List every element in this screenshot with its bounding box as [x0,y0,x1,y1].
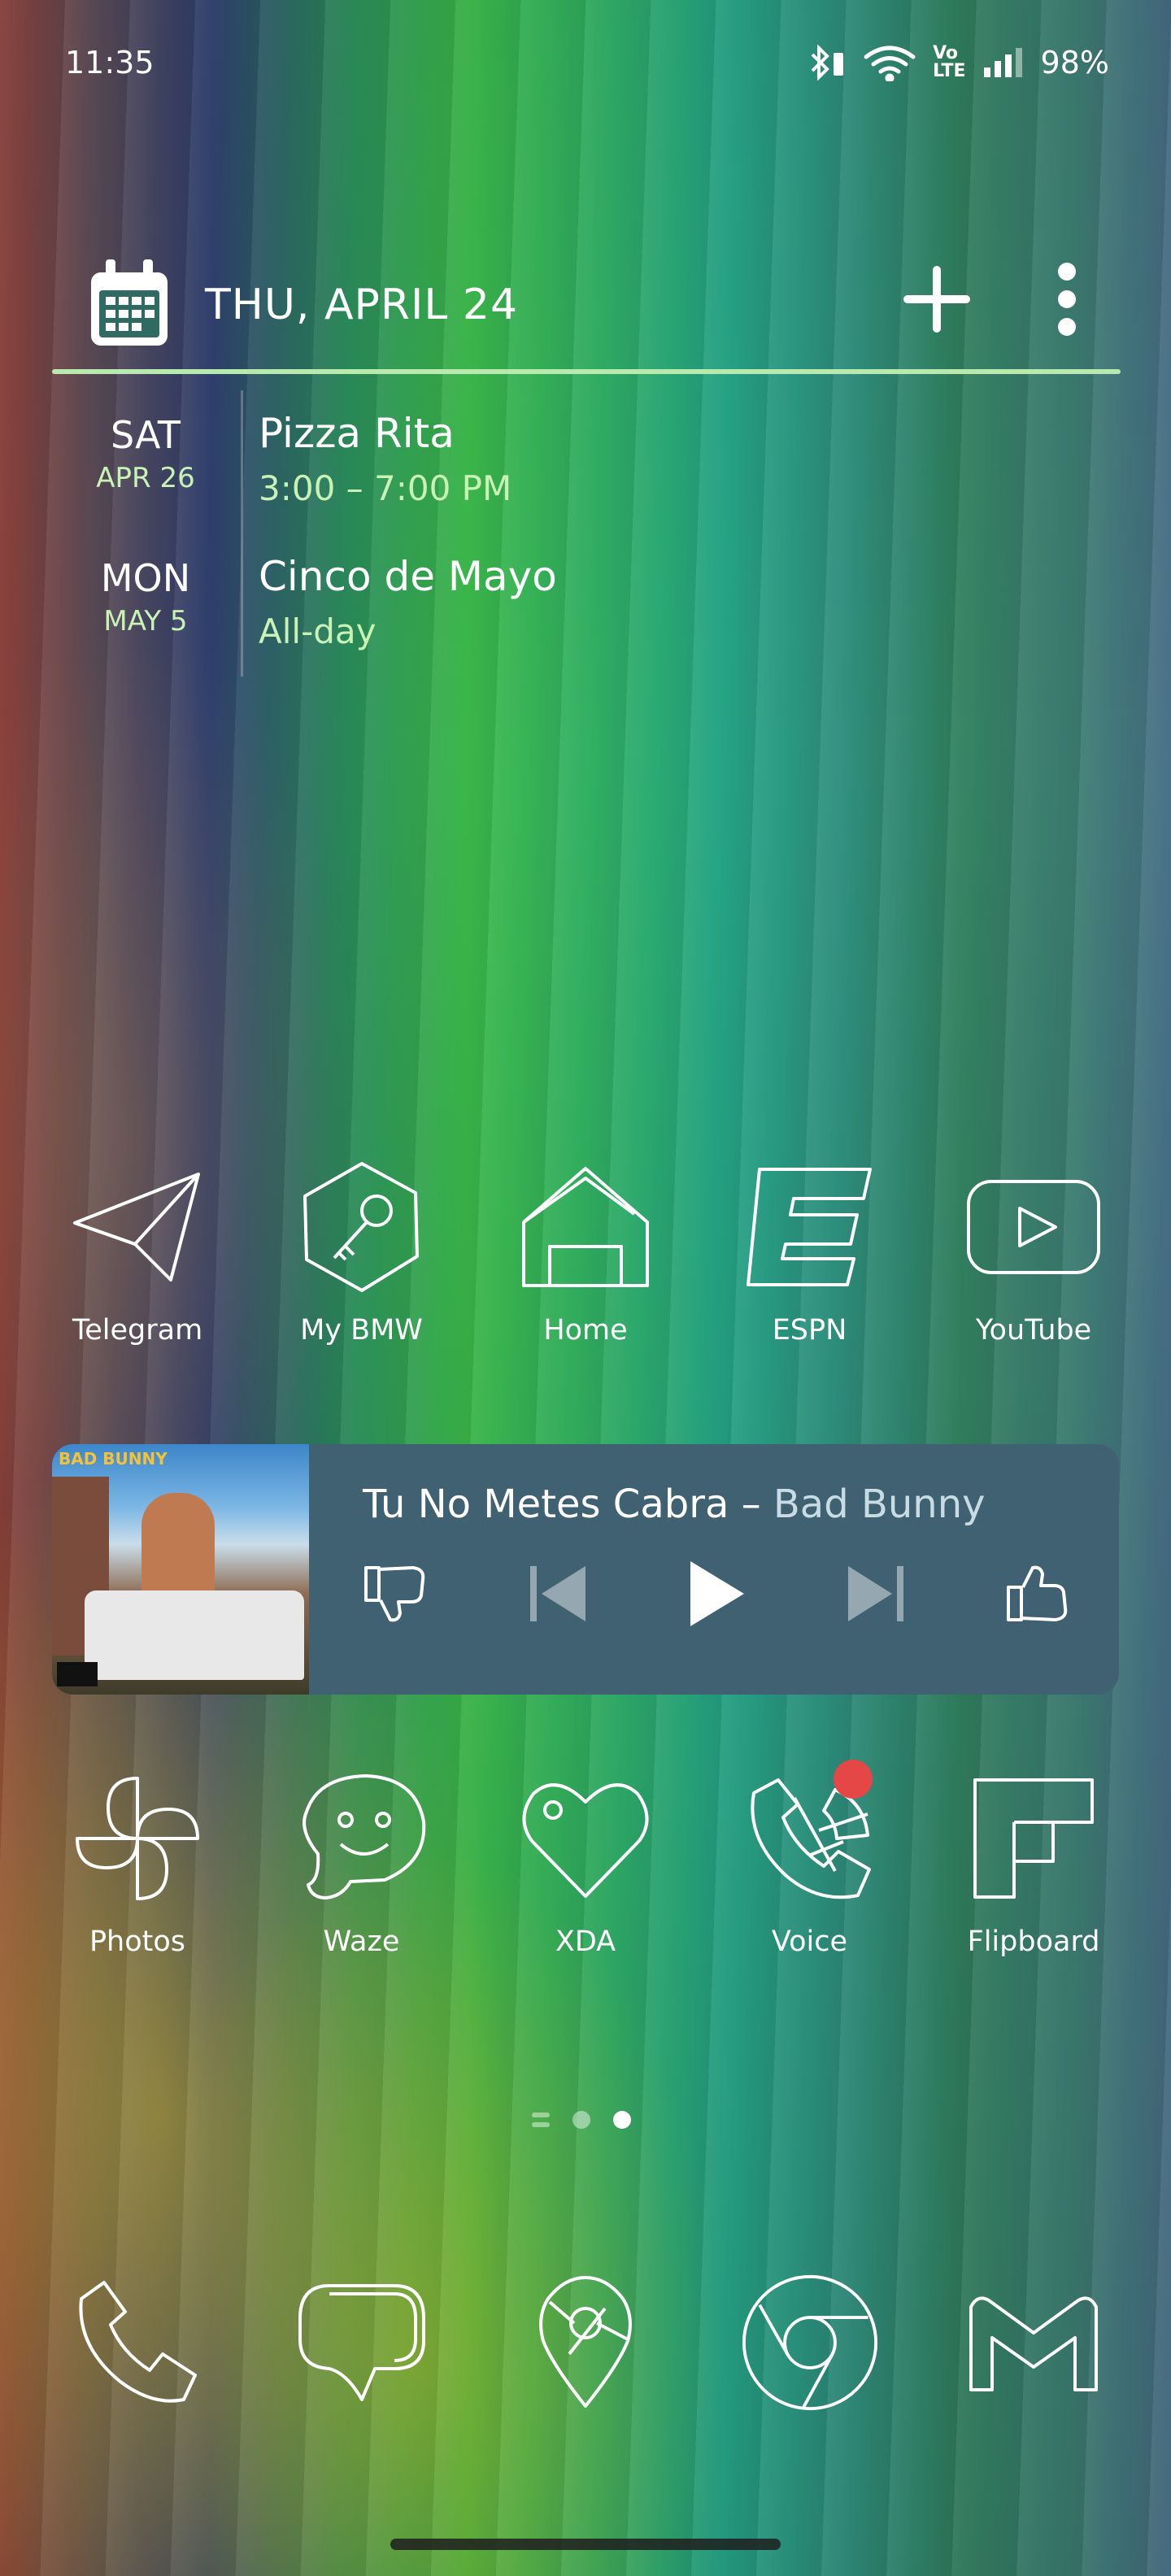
event-info: Pizza Rita 3:00 – 7:00 PM [239,390,511,508]
page-dot-active [613,2111,631,2129]
event-date: SAT APR 26 [52,390,239,494]
add-event-icon[interactable] [903,265,971,337]
skip-previous-icon[interactable] [525,1561,590,1630]
dock-messages[interactable] [252,2274,472,2412]
album-cover[interactable]: BAD BUNNY [52,1444,309,1695]
event-time: All-day [259,611,377,651]
app-espn[interactable]: ESPN [700,1158,920,1347]
calendar-date-title[interactable]: THU, APRIL 24 [205,281,518,329]
bluetooth-icon [808,45,847,80]
app-label: YouTube [975,1314,1092,1347]
youtube-icon [964,1158,1103,1296]
page-indicator[interactable] [532,2111,631,2129]
skip-next-icon[interactable] [843,1561,908,1630]
app-waze[interactable]: Waze [252,1769,472,1958]
app-voice[interactable]: Voice [700,1760,920,1958]
app-row-1: Telegram My BMW Home ESPN YouTube [28,1158,1143,1347]
volte-icon: Vo LTE [933,43,966,81]
app-home[interactable]: Home [476,1158,695,1347]
app-label: Telegram [72,1314,203,1347]
voice-icon [741,1760,879,1908]
play-icon[interactable] [687,1560,746,1631]
music-player-widget[interactable]: BAD BUNNY Tu No Metes Cabra – Bad Bunny [52,1444,1119,1695]
gmail-icon [964,2274,1103,2412]
app-label: Flipboard [967,1925,1100,1958]
telegram-icon [68,1158,207,1296]
messages-icon [293,2274,431,2412]
track-separator: – [729,1482,773,1527]
app-my-bmw[interactable]: My BMW [252,1158,472,1347]
event-title: Pizza Rita [259,410,455,457]
app-youtube[interactable]: YouTube [924,1158,1143,1347]
dock-gmail[interactable] [924,2274,1143,2412]
page-indicator-feed [532,2113,550,2127]
battery-level: 98% [1040,45,1109,80]
pinwheel-icon [68,1769,207,1908]
wifi-icon [863,44,916,81]
track-title: Tu No Metes Cabra – Bad Bunny [363,1482,1119,1527]
event-day-of-week: MON [100,556,191,600]
heart-icon [516,1769,655,1908]
app-flipboard[interactable]: Flipboard [924,1769,1143,1958]
event-item[interactable]: MON MAY 5 Cinco de Mayo All-day [52,533,1121,677]
app-label: Voice [771,1925,848,1958]
page-dot [572,2111,590,2129]
more-options-icon[interactable] [1049,260,1085,342]
calendar-icon[interactable] [89,259,169,350]
music-info: Tu No Metes Cabra – Bad Bunny [309,1444,1119,1695]
app-xda[interactable]: XDA [476,1769,695,1958]
app-label: Photos [89,1925,186,1958]
thumbs-down-icon[interactable] [363,1563,428,1628]
event-date: MON MAY 5 [52,533,239,637]
app-label: My BMW [300,1314,423,1347]
thumbs-up-icon[interactable] [1005,1563,1070,1628]
status-bar: 11:35 Vo LTE 98% [65,41,1109,85]
chrome-icon [741,2274,879,2412]
status-time: 11:35 [65,45,155,80]
app-row-2: Photos Waze XDA Voice Flipboard [28,1760,1143,1958]
key-icon [293,1158,431,1296]
notification-badge [833,1760,873,1799]
event-month-day: APR 26 [96,462,195,494]
event-list: SAT APR 26 Pizza Rita 3:00 – 7:00 PM MON… [52,390,1121,677]
artist-name: Bad Bunny [773,1482,986,1527]
flipboard-icon [964,1769,1103,1908]
event-title: Cinco de Mayo [259,553,557,600]
song-name: Tu No Metes Cabra [363,1482,729,1527]
dock-maps[interactable] [476,2274,695,2412]
event-info: Cinco de Mayo All-day [239,533,557,651]
app-label: ESPN [772,1314,847,1347]
parental-advisory-label [57,1662,98,1686]
event-item[interactable]: SAT APR 26 Pizza Rita 3:00 – 7:00 PM [52,390,1121,533]
app-telegram[interactable]: Telegram [28,1158,247,1347]
dock-phone[interactable] [28,2274,247,2412]
dock [28,2274,1143,2412]
app-photos[interactable]: Photos [28,1769,247,1958]
status-icons: Vo LTE 98% [808,44,1109,81]
event-date-divider [241,390,243,677]
event-time: 3:00 – 7:00 PM [259,468,512,508]
event-month-day: MAY 5 [103,605,188,637]
waze-icon [293,1769,431,1908]
signal-icon [982,46,1025,79]
event-day-of-week: SAT [110,413,181,457]
phone-icon [68,2274,207,2412]
dock-chrome[interactable] [700,2274,920,2412]
calendar-divider [52,369,1121,374]
home-icon [516,1158,655,1296]
app-label: XDA [555,1925,616,1958]
espn-icon [741,1158,879,1296]
app-label: Waze [323,1925,400,1958]
maps-icon [516,2274,655,2412]
home-gesture-bar[interactable] [390,2539,781,2550]
album-cover-text: BAD BUNNY [59,1449,168,1469]
app-label: Home [543,1314,628,1347]
playback-controls [363,1560,1070,1631]
